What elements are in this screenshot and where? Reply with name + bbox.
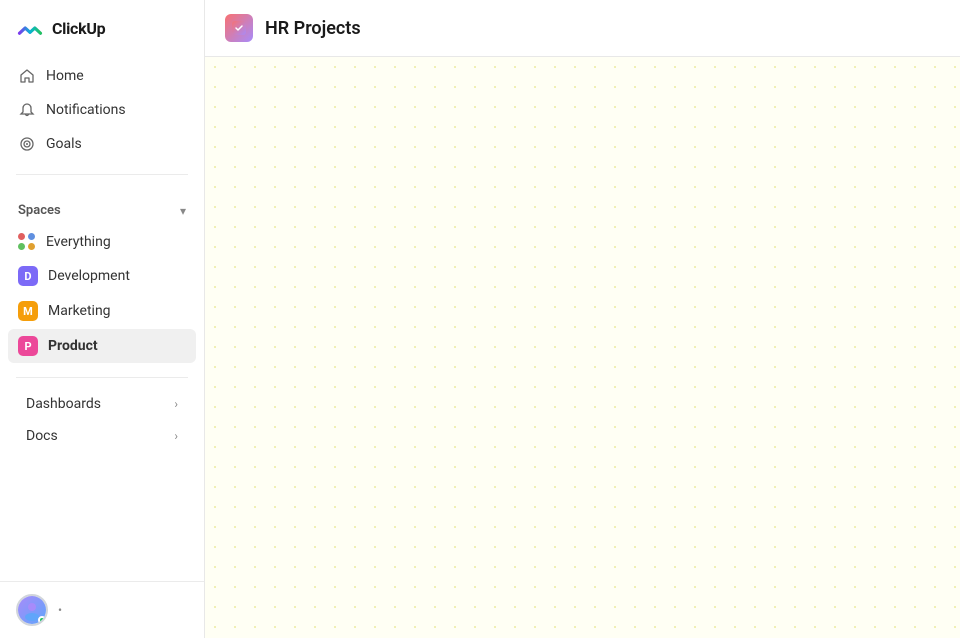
canvas-area[interactable] (205, 57, 960, 638)
divider-1 (16, 174, 188, 175)
spaces-items: Everything D Development M Marketing P (8, 226, 196, 363)
divider-2 (16, 377, 188, 378)
spaces-chevron-icon: ▾ (180, 204, 186, 218)
sidebar-item-marketing[interactable]: M Marketing (8, 294, 196, 328)
sidebar: ClickUp Home Notifications (0, 0, 205, 638)
home-icon (18, 67, 36, 85)
canvas-overlay (205, 57, 960, 638)
goals-icon (18, 135, 36, 153)
sidebar-item-goals[interactable]: Goals (8, 128, 196, 160)
dashboards-chevron-icon: › (174, 397, 178, 411)
logo[interactable]: ClickUp (0, 0, 204, 56)
avatar-status-dot (38, 616, 46, 624)
avatar-ring (16, 594, 48, 626)
page-icon (225, 14, 253, 42)
sidebar-item-docs[interactable]: Docs › (8, 420, 196, 452)
development-badge: D (18, 266, 38, 286)
sidebar-item-home-label: Home (46, 68, 84, 84)
page-title: HR Projects (265, 18, 361, 39)
docs-label: Docs (26, 428, 58, 444)
dashboards-label: Dashboards (26, 396, 101, 412)
sidebar-item-dashboards[interactable]: Dashboards › (8, 388, 196, 420)
sidebar-nav: Home Notifications Goals (0, 56, 204, 164)
marketing-label: Marketing (48, 303, 111, 319)
bell-icon (18, 101, 36, 119)
sidebar-item-notifications-label: Notifications (46, 102, 126, 118)
spaces-label: Spaces (18, 203, 61, 218)
sidebar-item-product[interactable]: P Product (8, 329, 196, 363)
sidebar-item-development[interactable]: D Development (8, 259, 196, 293)
logo-text: ClickUp (52, 19, 105, 38)
marketing-badge: M (18, 301, 38, 321)
sidebar-item-goals-label: Goals (46, 136, 82, 152)
user-profile[interactable]: • (0, 581, 204, 638)
sidebar-item-everything[interactable]: Everything (8, 226, 196, 258)
spaces-section: Spaces ▾ Everything D Development (0, 185, 204, 367)
main-header: HR Projects (205, 0, 960, 57)
product-label: Product (48, 338, 98, 354)
main-content: HR Projects (205, 0, 960, 638)
sidebar-item-notifications[interactable]: Notifications (8, 94, 196, 126)
spaces-header[interactable]: Spaces ▾ (8, 199, 196, 222)
user-status-indicator: • (58, 603, 62, 617)
docs-chevron-icon: › (174, 429, 178, 443)
everything-label: Everything (46, 234, 111, 250)
avatar (18, 596, 46, 624)
product-badge: P (18, 336, 38, 356)
clickup-logo-icon (16, 14, 44, 42)
everything-dots-icon (18, 233, 36, 251)
sidebar-item-home[interactable]: Home (8, 60, 196, 92)
development-label: Development (48, 268, 130, 284)
